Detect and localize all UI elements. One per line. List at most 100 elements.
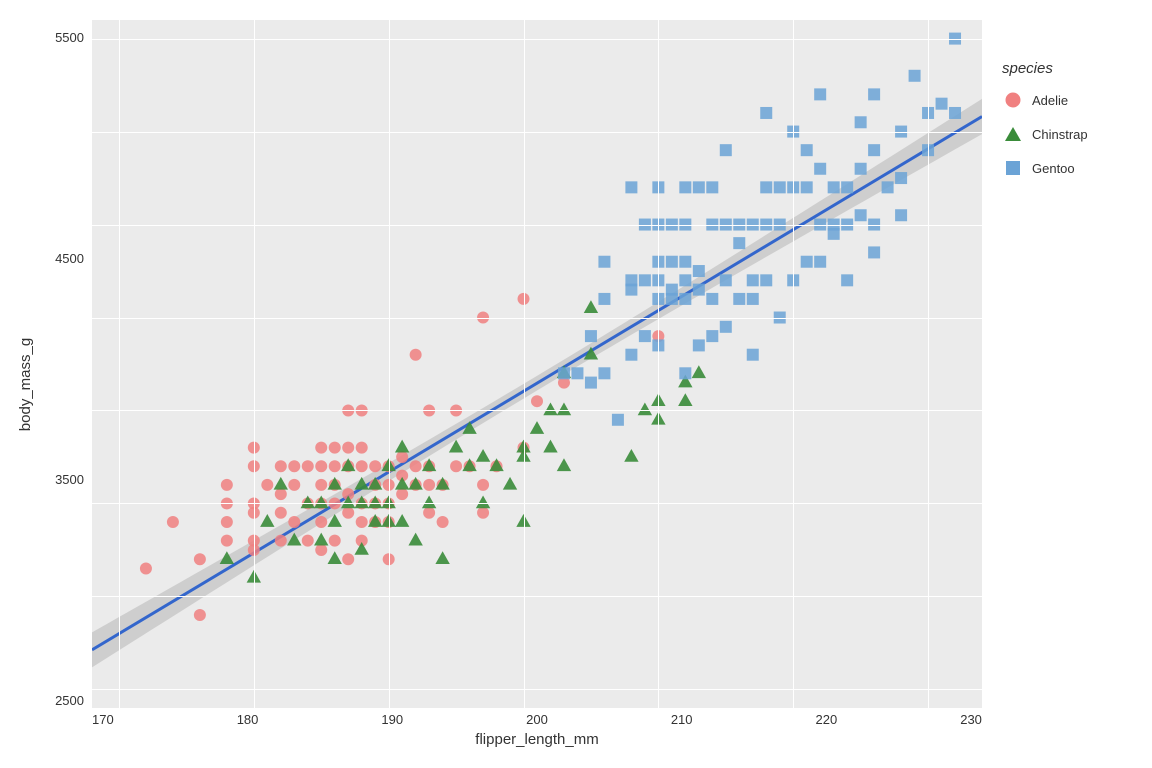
grid-line-v (793, 20, 794, 708)
chinstrap-point (557, 458, 571, 471)
gentoo-point (706, 293, 718, 305)
gentoo-point (558, 367, 570, 379)
chinstrap-point (260, 514, 274, 527)
adelie-point (288, 460, 300, 472)
x-tick-220: 220 (816, 712, 838, 727)
plot-panel (92, 20, 982, 708)
x-axis-label: flipper_length_mm (92, 727, 982, 748)
gentoo-point (814, 256, 826, 268)
grid-line-h (92, 410, 982, 411)
chinstrap-point (368, 477, 382, 490)
adelie-point (140, 563, 152, 575)
adelie-point (302, 535, 314, 547)
chinstrap-point (584, 347, 598, 360)
chinstrap-point (354, 542, 368, 555)
chinstrap-point (301, 495, 315, 508)
adelie-point (410, 349, 422, 361)
adelie-point (315, 442, 327, 454)
chinstrap-point (354, 477, 368, 490)
adelie-point (275, 488, 287, 500)
legend-title: species (1002, 60, 1142, 77)
adelie-point (194, 553, 206, 565)
legend-label-adelie: Adelie (1032, 93, 1068, 108)
gentoo-point (720, 274, 732, 286)
gentoo-point (639, 274, 651, 286)
adelie-point (221, 479, 233, 491)
gentoo-point (828, 228, 840, 240)
gentoo-point (868, 88, 880, 100)
grid-line-h (92, 225, 982, 226)
trend-line-svg (92, 20, 982, 708)
confidence-band (92, 99, 982, 667)
gentoo-point (693, 284, 705, 296)
gentoo-point (679, 274, 691, 286)
x-tick-210: 210 (671, 712, 693, 727)
grid-line-v (254, 20, 255, 708)
adelie-point (396, 488, 408, 500)
gentoo-point (868, 246, 880, 258)
adelie-point (342, 507, 354, 519)
adelie-point (410, 479, 422, 491)
gentoo-point (585, 377, 597, 389)
adelie-point (450, 460, 462, 472)
adelie-point (356, 516, 368, 528)
grid-line-v (658, 20, 659, 708)
gentoo-icon (1004, 159, 1022, 177)
y-tick-2500: 2500 (55, 693, 84, 708)
chinstrap-point (449, 440, 463, 453)
gentoo-point (747, 274, 759, 286)
legend: species Adelie Chinstrap (982, 20, 1142, 748)
gentoo-point (895, 209, 907, 221)
adelie-point (464, 460, 476, 472)
adelie-point (396, 470, 408, 482)
gentoo-point (747, 349, 759, 361)
gentoo-point (720, 144, 732, 156)
gentoo-point (693, 265, 705, 277)
chinstrap-point (314, 495, 328, 508)
gentoo-point (693, 339, 705, 351)
x-tick-180: 180 (237, 712, 259, 727)
adelie-point (315, 460, 327, 472)
gentoo-point (666, 284, 678, 296)
chinstrap-point (678, 393, 692, 406)
grid-line-h (92, 503, 982, 504)
grid-line-h (92, 132, 982, 133)
adelie-point (423, 479, 435, 491)
chinstrap-point (220, 551, 234, 564)
gentoo-point (801, 181, 813, 193)
gentoo-point (814, 163, 826, 175)
adelie-point (396, 451, 408, 463)
gentoo-point (841, 274, 853, 286)
adelie-point (369, 479, 381, 491)
chinstrap-point (584, 300, 598, 313)
adelie-point (477, 507, 489, 519)
adelie-point (356, 535, 368, 547)
gentoo-point (598, 256, 610, 268)
chinstrap-point (422, 458, 436, 471)
adelie-point (288, 479, 300, 491)
chinstrap-point (328, 477, 342, 490)
adelie-point (329, 535, 341, 547)
chinstrap-point (462, 421, 476, 434)
chinstrap-point (341, 495, 355, 508)
chinstrap-point (287, 533, 301, 546)
grid-line-h (92, 596, 982, 597)
legend-item-chinstrap: Chinstrap (1002, 123, 1142, 145)
adelie-point (342, 460, 354, 472)
chinstrap-point (557, 402, 571, 415)
y-axis: 5500 4500 3500 2500 (42, 20, 92, 748)
adelie-point (315, 479, 327, 491)
adelie-point (275, 460, 287, 472)
adelie-point (315, 544, 327, 556)
gentoo-point (774, 181, 786, 193)
adelie-point (302, 460, 314, 472)
trend-line (92, 116, 982, 649)
adelie-point (342, 488, 354, 500)
x-tick-200: 200 (526, 712, 548, 727)
y-tick-5500: 5500 (55, 30, 84, 45)
gentoo-point (598, 293, 610, 305)
legend-label-chinstrap: Chinstrap (1032, 127, 1088, 142)
adelie-point (356, 442, 368, 454)
adelie-point (437, 516, 449, 528)
chinstrap-point (462, 458, 476, 471)
